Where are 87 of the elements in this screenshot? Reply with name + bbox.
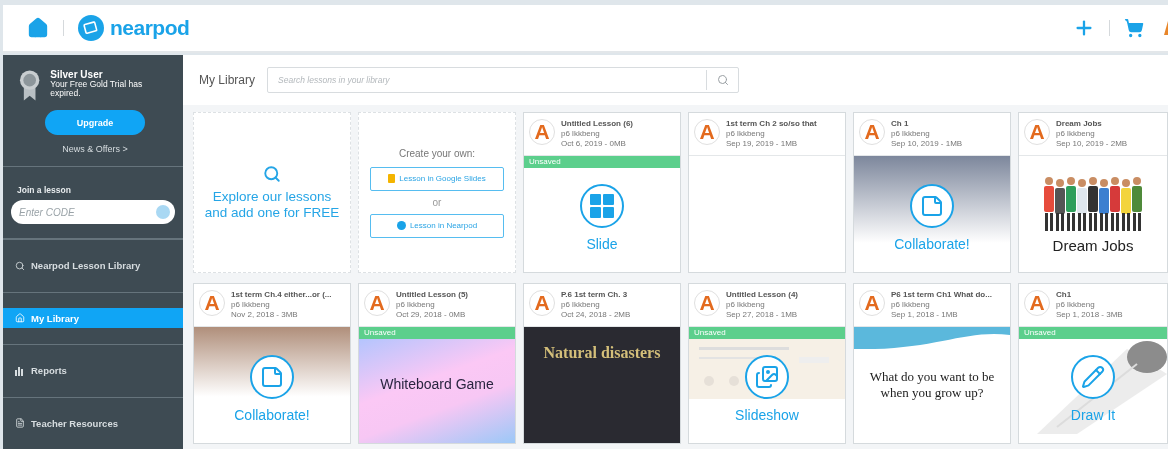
lesson-title: Untitled Lesson (5) [396, 290, 468, 300]
lesson-title: Untitled Lesson (4) [726, 290, 798, 300]
unsaved-label: Unsaved [524, 156, 680, 168]
document-icon [15, 418, 25, 429]
or-text: or [432, 196, 442, 208]
lesson-card[interactable]: A Ch 1 p6 lkkbeng Sep 10, 2019 - 1MB Collaborate! [853, 112, 1011, 273]
logo-icon [78, 15, 104, 41]
lesson-card[interactable]: A P.6 1st term Ch. 3 p6 lkkbeng Oct 24, 2018 - 2MB Natural disasters [523, 283, 681, 444]
cart-icon [1124, 18, 1144, 38]
lesson-meta: Oct 24, 2018 - 2MB [561, 310, 631, 320]
library-title: My Library [199, 73, 255, 87]
lesson-author: p6 lkkbeng [726, 129, 766, 139]
lesson-author: p6 lkkbeng [1056, 129, 1096, 139]
lesson-author: p6 lkkbeng [891, 129, 931, 139]
lesson-title: P6 1st term Ch1 What do... [891, 290, 992, 300]
lesson-author: p6 lkkbeng [561, 300, 601, 310]
sticky-note-icon [260, 365, 284, 389]
cart-button[interactable] [1124, 18, 1144, 38]
lesson-author: p6 lkkbeng [891, 300, 931, 310]
lesson-title: 1st term Ch.4 either...or (... [231, 290, 332, 300]
news-link[interactable]: News & Offers > [62, 144, 128, 154]
logo-text: nearpod [110, 16, 190, 40]
lesson-card[interactable]: A Ch1 p6 lkkbeng Sep 1, 2018 - 3MB Unsaved Draw It [1018, 283, 1168, 444]
create-heading: Create your own: [398, 147, 476, 159]
bar-chart-icon [15, 365, 25, 376]
trial-message: Your Free Gold Trial has expired. [50, 80, 144, 98]
slide-title: Whiteboard Game [379, 376, 495, 394]
badge-icon [19, 69, 41, 101]
lesson-author: p6 lkkbeng [1056, 300, 1096, 310]
lesson-card[interactable]: A P6 1st term Ch1 What do... p6 lkkbeng Sep 1, 2018 - 1MB What do you want to be when you grow up? [853, 283, 1011, 444]
lesson-card[interactable]: A Untitled Lesson (4) p6 lkkbeng Sep 27, 2018 - 1MB Unsaved Slideshow [688, 283, 846, 444]
lesson-meta: Sep 27, 2018 - 1MB [726, 310, 798, 320]
search-field[interactable]: Search lessons in your library [267, 67, 739, 93]
lesson-author: p6 lkkbeng [231, 300, 271, 310]
lesson-meta: Oct 6, 2019 - 0MB [561, 139, 627, 149]
code-field[interactable]: Enter CODE [11, 200, 175, 224]
slide-grid-icon [589, 193, 615, 219]
home-button[interactable] [27, 17, 49, 39]
lesson-meta: Nov 2, 2018 - 3MB [231, 310, 299, 320]
lesson-card[interactable]: A Untitled Lesson (5) p6 lkkbeng Oct 29, 2018 - 0MB Unsaved Whiteboard Game [358, 283, 516, 444]
search-icon [263, 164, 281, 183]
lesson-card[interactable]: A Dream Jobs p6 lkkbeng Sep 10, 2019 - 2MB Dream Jobs [1018, 112, 1168, 273]
search-icon [716, 74, 729, 86]
activity-label: Collaborate! [894, 236, 970, 252]
activity-label: Slide [586, 236, 618, 252]
plan-name: Silver User [50, 69, 104, 80]
lesson-meta: Sep 1, 2018 - 1MB [891, 310, 959, 320]
lesson-title: Dream Jobs [1056, 119, 1103, 129]
unsaved-label: Unsaved [689, 327, 845, 339]
lesson-card[interactable]: A Untitled Lesson (6) p6 lkkbeng Oct 6, 2019 - 0MB Unsaved Slide [523, 112, 681, 273]
nav-item[interactable]: Teacher Resources [3, 413, 183, 434]
nav-item[interactable]: Nearpod Lesson Library [3, 255, 183, 276]
explore-text: Explore our lessons and add one for FREE [203, 188, 341, 221]
unsaved-label: Unsaved [359, 327, 515, 339]
slide-title: What do you want to be when you grow up? [868, 368, 996, 402]
nav-item[interactable]: Reports [3, 360, 183, 381]
activity-label: Collaborate! [234, 407, 310, 423]
images-icon [755, 365, 779, 389]
lesson-title: Ch1 [1056, 290, 1073, 300]
pencil-icon [1081, 365, 1105, 389]
circle-icon [396, 221, 406, 230]
lesson-title: Untitled Lesson (6) [561, 119, 633, 129]
lesson-card[interactable]: A 1st term Ch.4 either...or (... p6 lkkbeng Nov 2, 2018 - 3MB Collaborate! [193, 283, 351, 444]
slide-title: Dream Jobs [1051, 236, 1135, 256]
lesson-meta: Sep 10, 2019 - 2MB [1056, 139, 1128, 149]
lesson-meta: Sep 1, 2018 - 3MB [1056, 310, 1123, 320]
sticky-note-icon [920, 194, 944, 218]
slide-title: Natural disasters [542, 343, 662, 363]
home-icon [15, 313, 25, 324]
lesson-meta: Sep 19, 2019 - 1MB [726, 139, 799, 149]
activity-label: Slideshow [735, 407, 799, 423]
lesson-meta: Oct 29, 2018 - 0MB [396, 310, 467, 320]
lesson-title: 1st term Ch 2 so/so that [726, 119, 817, 129]
document-icon [388, 174, 396, 183]
lesson-card[interactable]: A 1st term Ch 2 so/so that p6 lkkbeng Sep 19, 2019 - 1MB [688, 112, 846, 273]
avatar-icon [1164, 21, 1168, 35]
lesson-title: Ch 1 [891, 119, 910, 129]
lesson-author: p6 lkkbeng [561, 129, 601, 139]
unsaved-label: Unsaved [1019, 327, 1167, 339]
lesson-title: P.6 1st term Ch. 3 [561, 290, 629, 300]
search-icon [15, 260, 25, 271]
lesson-meta: Sep 10, 2019 - 1MB [891, 139, 963, 149]
join-label: Join a lesson [16, 185, 72, 195]
home-icon [27, 17, 49, 39]
activity-label: Draw It [1070, 407, 1116, 423]
lesson-author: p6 lkkbeng [396, 300, 436, 310]
lesson-author: p6 lkkbeng [726, 300, 766, 310]
